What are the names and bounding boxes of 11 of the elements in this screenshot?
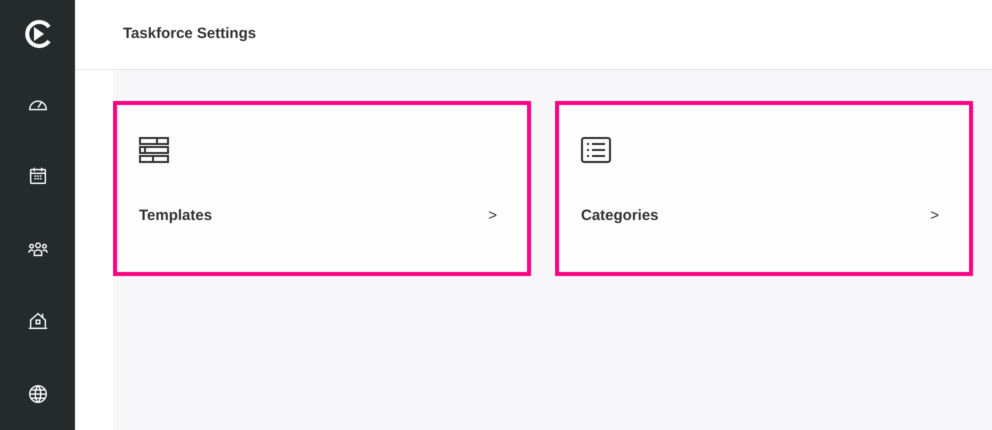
settings-card[interactable]: Categories > [555, 101, 973, 276]
chevron: > [930, 206, 939, 226]
layout-rows-icon [139, 137, 169, 163]
list-icon [581, 137, 611, 163]
card-label: Categories [581, 206, 659, 226]
chevron: > [488, 206, 497, 226]
card-label: Templates [139, 206, 212, 226]
settings-card[interactable]: Templates > [113, 101, 531, 276]
globe-icon[interactable] [26, 382, 48, 405]
page-title: Taskforce Settings [123, 24, 256, 44]
logo-icon[interactable] [22, 18, 52, 49]
